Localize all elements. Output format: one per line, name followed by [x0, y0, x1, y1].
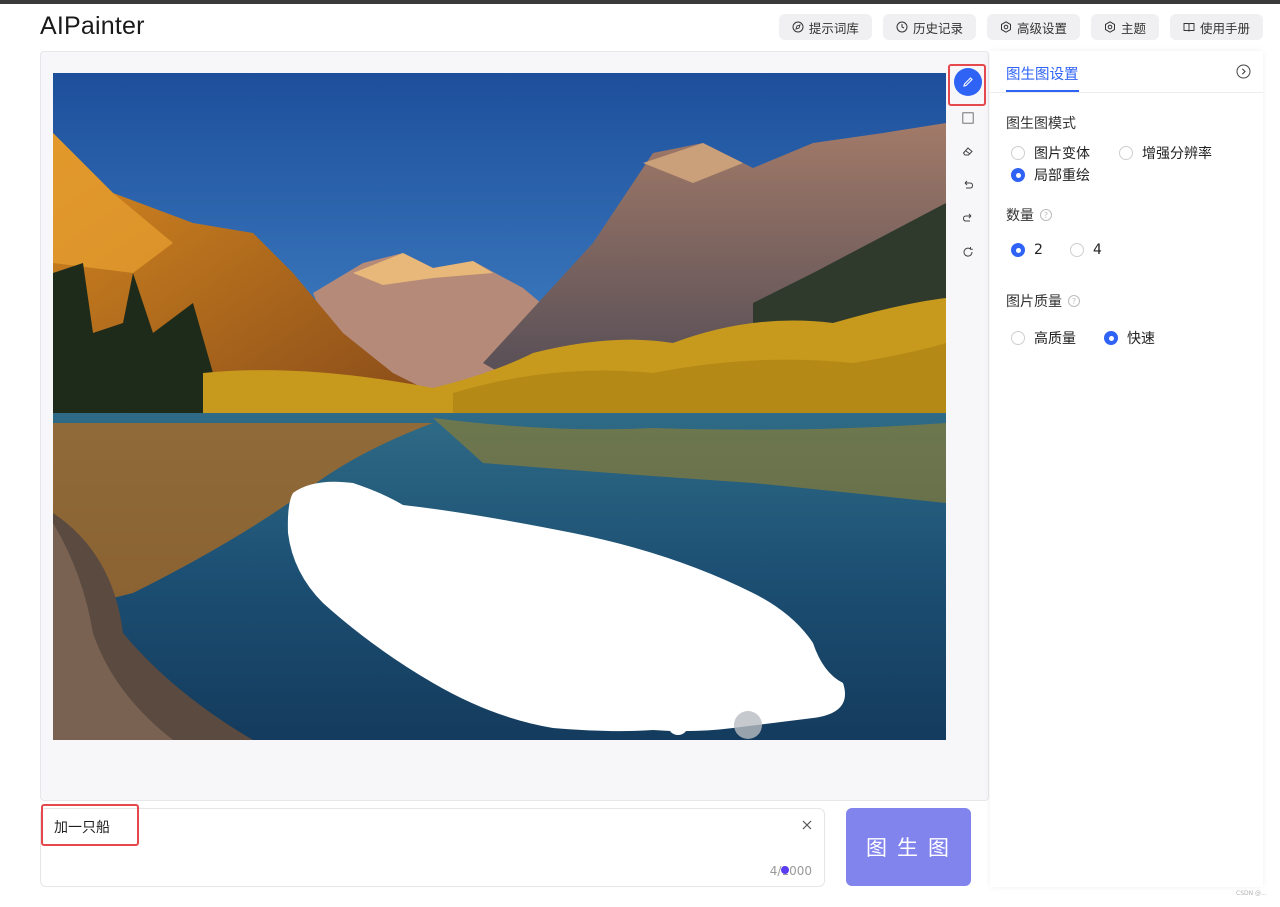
gear-icon [1104, 21, 1115, 33]
nav-prompt-library-button[interactable]: 提示词库 [778, 14, 872, 40]
prompt-input[interactable]: 加一只船 4/1000 [40, 808, 825, 887]
edit-canvas[interactable] [53, 73, 946, 740]
help-icon[interactable]: ? [1040, 209, 1052, 221]
landscape-image [53, 73, 946, 740]
radio-inpaint[interactable]: 局部重绘 [1011, 165, 1090, 185]
radio-label: 快速 [1127, 331, 1155, 347]
tab-divider [990, 92, 1263, 93]
radio-label: 4 [1093, 242, 1102, 258]
nav-manual-button[interactable]: 使用手册 [1169, 14, 1263, 40]
mode-title-text: 图生图模式 [1006, 116, 1076, 132]
chevron-right-icon[interactable] [1236, 64, 1251, 79]
eraser-tool-button[interactable] [956, 139, 980, 163]
drawing-toolbar [953, 68, 983, 273]
radio-circle [1070, 243, 1084, 257]
nav-theme-button[interactable]: 主题 [1090, 14, 1159, 40]
nav-label: 使用手册 [1199, 20, 1250, 36]
quality-title: 图片质量 ? [1006, 291, 1080, 311]
mode-title: 图生图模式 [1006, 113, 1076, 133]
radio-circle [1119, 146, 1133, 160]
help-icon[interactable]: ? [1068, 295, 1080, 307]
generate-button[interactable]: 图生图 [846, 808, 971, 886]
radio-circle [1011, 146, 1025, 160]
cursor-dot [781, 866, 789, 874]
undo-button[interactable] [956, 173, 980, 197]
undo-icon [964, 180, 974, 188]
radio-circle-selected [1011, 168, 1025, 182]
pencil-icon [963, 77, 973, 87]
nav-label: 历史记录 [912, 20, 963, 36]
compass-icon [792, 21, 804, 33]
radio-circle [1011, 331, 1025, 345]
pen-tool-button[interactable] [954, 68, 982, 96]
radio-fast[interactable]: 快速 [1104, 328, 1155, 348]
radio-label: 局部重绘 [1034, 168, 1090, 184]
rectangle-tool-button[interactable] [956, 106, 980, 130]
close-icon[interactable] [801, 819, 813, 831]
nav-advanced-settings-button[interactable]: 高级设置 [986, 14, 1080, 40]
redo-icon [962, 213, 972, 222]
nav-label: 高级设置 [1016, 20, 1067, 36]
history-icon [896, 21, 908, 33]
radio-count-2[interactable]: 2 [1011, 242, 1043, 258]
radio-label: 增强分辨率 [1142, 146, 1212, 162]
gear-icon [1000, 21, 1011, 33]
app-title: AIPainter [40, 12, 145, 40]
radio-high-quality[interactable]: 高质量 [1011, 328, 1076, 348]
char-counter: 4/1000 [769, 864, 812, 878]
eraser-icon [962, 147, 973, 156]
settings-panel: 图生图设置 图生图模式 图片变体 增强分辨率 局部重绘 数量 ? 2 4 图片质… [990, 51, 1263, 887]
tab-img2img-settings[interactable]: 图生图设置 [1006, 63, 1079, 84]
radio-image-variant[interactable]: 图片变体 [1011, 143, 1090, 163]
reset-icon [963, 246, 973, 257]
window-top-border [0, 0, 1280, 4]
count-title: 数量 ? [1006, 205, 1052, 225]
redo-button[interactable] [956, 206, 980, 230]
radio-label: 2 [1034, 242, 1043, 258]
prompt-highlight [41, 804, 139, 846]
book-icon [1183, 23, 1195, 32]
radio-label: 图片变体 [1034, 146, 1090, 162]
top-nav: 提示词库 历史记录 高级设置 主题 使用手册 [778, 14, 1263, 40]
watermark: CSDN @... [1236, 890, 1267, 897]
rectangle-icon [962, 111, 974, 124]
reset-button[interactable] [956, 240, 980, 264]
quality-title-text: 图片质量 [1006, 294, 1062, 310]
radio-circle-selected [1011, 243, 1025, 257]
nav-history-button[interactable]: 历史记录 [882, 14, 976, 40]
radio-count-4[interactable]: 4 [1070, 242, 1102, 258]
canvas-panel [40, 51, 989, 801]
count-title-text: 数量 [1006, 208, 1034, 224]
nav-label: 提示词库 [808, 20, 859, 36]
radio-upscale[interactable]: 增强分辨率 [1119, 143, 1212, 163]
radio-circle-selected [1104, 331, 1118, 345]
nav-label: 主题 [1120, 20, 1146, 36]
radio-label: 高质量 [1034, 331, 1076, 347]
